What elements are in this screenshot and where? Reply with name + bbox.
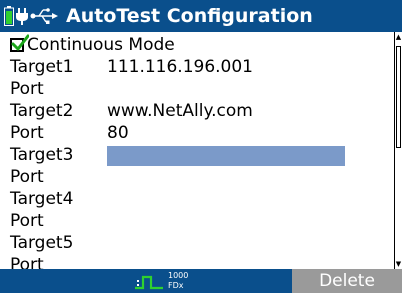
port-label: Port [10,123,44,143]
target2-row[interactable]: Target2 www.NetAlly.com [0,100,394,122]
target3-label: Target3 [10,145,74,165]
scroll-down-arrow-icon[interactable]: ▼ [395,259,402,269]
target2-value[interactable]: www.NetAlly.com [107,100,253,122]
target1-row[interactable]: Target1 111.116.196.001 [0,56,394,78]
target4-row[interactable]: Target4 [0,188,394,210]
scroll-up-arrow-icon[interactable]: ▲ [395,32,402,42]
scroll-thumb[interactable] [396,46,401,148]
port-label: Port [10,167,44,187]
target1-value[interactable]: 111.116.196.001 [107,56,253,78]
link-speed-text: 1000 [168,271,189,280]
port-label: Port [10,255,44,269]
target3-port-row[interactable]: Port [0,166,394,188]
target5-port-row[interactable]: Port [0,254,394,269]
bottom-bar: 1000 FDx Delete [0,269,402,293]
target1-port-row[interactable]: Port [0,78,394,100]
target2-label: Target2 [10,101,74,121]
page-title: AutoTest Configuration [66,5,313,27]
target5-row[interactable]: Target5 [0,232,394,254]
target3-input-selected[interactable] [107,146,345,166]
continuous-mode-row[interactable]: Continuous Mode [0,34,394,56]
target2-port-value[interactable]: 80 [107,122,129,144]
usb-icon [30,6,58,26]
power-plug-icon [16,6,28,26]
port-label: Port [10,79,44,99]
vertical-scrollbar[interactable]: ▲ ▼ [394,32,402,269]
config-form: Continuous Mode Target1 111.116.196.001 … [0,32,394,269]
continuous-mode-checkbox[interactable] [10,34,29,52]
target4-port-row[interactable]: Port [0,210,394,232]
target5-label: Target5 [10,233,74,253]
title-bar: AutoTest Configuration [0,0,402,32]
target3-row[interactable]: Target3 [0,144,394,166]
continuous-mode-label: Continuous Mode [27,35,175,55]
link-duplex-text: FDx [168,281,184,290]
target4-label: Target4 [10,189,74,209]
delete-button[interactable]: Delete [292,269,402,293]
target2-port-row[interactable]: Port 80 [0,122,394,144]
battery-icon [4,6,14,26]
status-icons [0,6,58,26]
port-label: Port [10,211,44,231]
target1-label: Target1 [10,57,74,77]
